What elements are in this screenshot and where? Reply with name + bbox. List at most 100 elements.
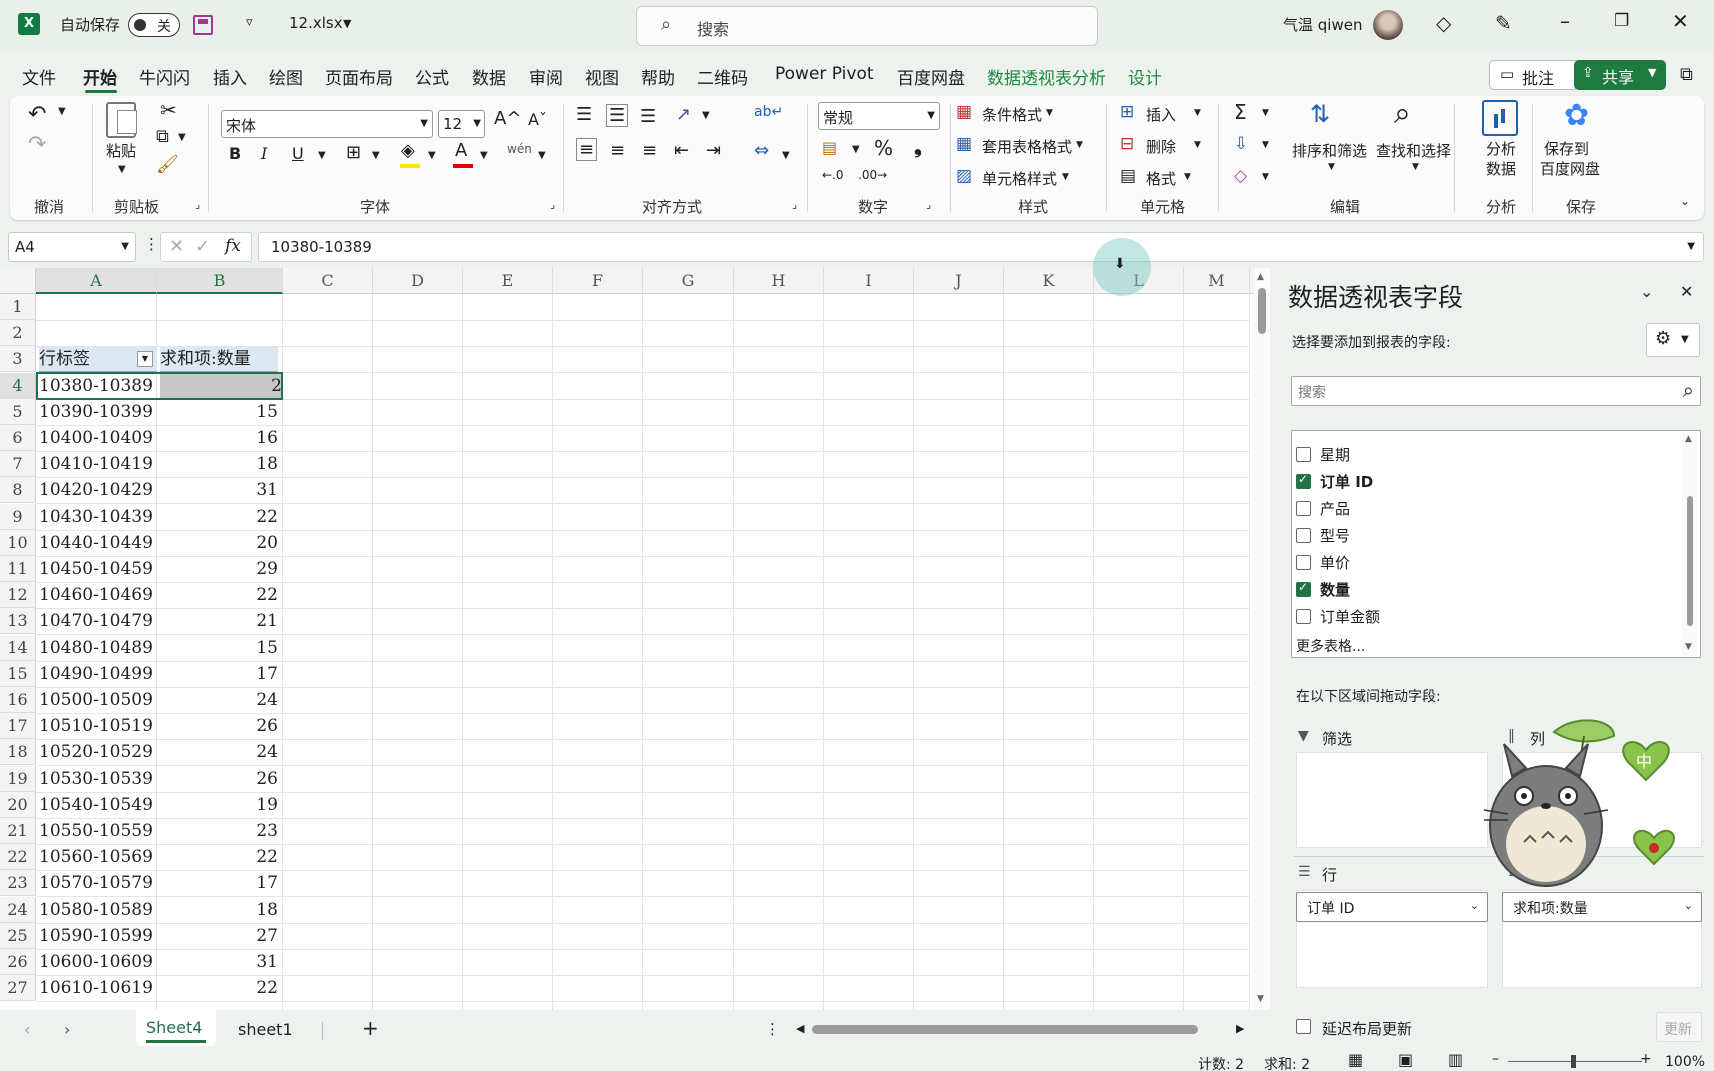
row-header[interactable]: 26 — [0, 949, 36, 975]
pane-close-icon[interactable]: ✕ — [1680, 282, 1693, 301]
tab-draw[interactable]: 绘图 — [269, 64, 303, 89]
fill-chevron-icon-2[interactable]: ▼ — [1262, 140, 1269, 150]
column-header-i[interactable]: I — [824, 268, 914, 294]
underline-icon[interactable]: U — [292, 144, 304, 163]
share-button[interactable]: ⇪ 共享 ▼ — [1574, 60, 1666, 90]
pivot-row-value[interactable]: 15 — [160, 399, 278, 425]
pen-icon[interactable]: ✎ — [1495, 11, 1512, 35]
sort-filter-label[interactable]: 排序和筛选 — [1292, 140, 1367, 161]
file-name[interactable]: 12.xlsx — [289, 14, 343, 32]
row-header[interactable]: 4 — [0, 373, 36, 399]
insert-chevron-icon[interactable]: ▼ — [1194, 108, 1201, 118]
row-header[interactable]: 8 — [0, 477, 36, 503]
comments-button[interactable]: ▭ 批注 — [1489, 60, 1579, 90]
orientation-icon[interactable]: ↗ — [676, 104, 691, 125]
zoom-level[interactable]: 100% — [1665, 1054, 1705, 1070]
tab-pivot-analyze[interactable]: 数据透视表分析 — [987, 64, 1106, 89]
pivot-row-value[interactable]: 29 — [160, 556, 278, 582]
cut-icon[interactable]: ✂ — [160, 98, 177, 122]
pivot-row-label[interactable]: 10430-10439 — [39, 504, 152, 530]
field-label[interactable]: 订单 ID — [1320, 471, 1373, 492]
field-label[interactable]: 型号 — [1320, 525, 1350, 546]
row-header[interactable]: 25 — [0, 923, 36, 949]
defer-update-checkbox[interactable] — [1296, 1019, 1311, 1034]
currency-chevron-icon[interactable]: ▼ — [852, 144, 860, 155]
find-select-chevron-icon[interactable]: ▼ — [1412, 162, 1419, 172]
row-header[interactable]: 24 — [0, 897, 36, 923]
pivot-row-value[interactable]: 2 — [160, 373, 282, 399]
user-name[interactable]: 气温 qiwen — [1283, 14, 1362, 35]
name-box[interactable]: A4 ▼ — [8, 232, 136, 262]
pivot-row-label[interactable]: 10410-10419 — [39, 451, 152, 477]
hscroll-right-icon[interactable]: ▶ — [1236, 1022, 1244, 1035]
vertical-scroll-thumb[interactable] — [1258, 288, 1266, 334]
diamond-icon[interactable]: ◇ — [1436, 11, 1451, 35]
pivot-row-value[interactable]: 23 — [160, 818, 278, 844]
row-header[interactable]: 3 — [0, 346, 36, 372]
tab-formulas[interactable]: 公式 — [415, 64, 449, 89]
decrease-font-icon[interactable]: Aˇ — [528, 110, 547, 129]
field-label[interactable]: 订单金额 — [1320, 606, 1380, 627]
pivot-row-value[interactable]: 21 — [160, 608, 278, 634]
phonetic-chevron-icon[interactable]: ▼ — [538, 150, 546, 161]
row-header[interactable]: 6 — [0, 425, 36, 451]
ribbon-display-icon[interactable]: ⧉ — [1680, 64, 1693, 85]
copy-icon[interactable]: ⧉ — [156, 126, 169, 147]
pivot-row-label[interactable]: 10600-10609 — [39, 949, 152, 975]
row-header[interactable]: 5 — [0, 399, 36, 425]
row-header[interactable]: 1 — [0, 294, 36, 320]
column-header-h[interactable]: H — [734, 268, 824, 294]
field-scroll-thumb[interactable] — [1687, 496, 1693, 626]
page-layout-view-icon[interactable]: ▣ — [1398, 1050, 1413, 1069]
avatar[interactable] — [1373, 10, 1403, 40]
align-right-icon[interactable]: ≡ — [642, 140, 657, 161]
field-label[interactable]: 单价 — [1320, 552, 1350, 573]
pivot-row-label[interactable]: 10570-10579 — [39, 870, 152, 896]
pane-options-chevron-icon[interactable]: ⌄ — [1640, 282, 1653, 301]
field-scroll-down-icon[interactable]: ▼ — [1685, 642, 1692, 652]
field-label[interactable]: 星期 — [1320, 444, 1350, 465]
scroll-up-icon[interactable]: ▲ — [1257, 272, 1264, 282]
row-header[interactable]: 23 — [0, 870, 36, 896]
field-checkbox[interactable] — [1296, 555, 1311, 570]
pivot-row-label[interactable]: 10520-10529 — [39, 739, 152, 765]
restore-icon[interactable]: ❐ — [1614, 11, 1629, 31]
font-name-select[interactable]: 宋体 ▼ — [221, 110, 433, 138]
save-baidu-label-2[interactable]: 百度网盘 — [1540, 158, 1600, 179]
row-labels-filter-icon[interactable]: ▼ — [137, 351, 153, 367]
pivot-row-label[interactable]: 10420-10429 — [39, 477, 152, 503]
column-header-g[interactable]: G — [643, 268, 734, 294]
filename-chevron-icon[interactable]: ▼ — [343, 17, 351, 30]
merge-chevron-icon[interactable]: ▼ — [782, 150, 790, 161]
clear-icon[interactable]: ◇ — [1234, 166, 1247, 186]
field-label[interactable]: 数量 — [1320, 579, 1350, 600]
tab-page-layout[interactable]: 页面布局 — [325, 64, 393, 89]
row-header[interactable]: 15 — [0, 661, 36, 687]
align-middle-icon[interactable]: ☰ — [606, 104, 629, 127]
pivot-row-label[interactable]: 10380-10389 — [39, 373, 152, 399]
columns-area[interactable] — [1502, 752, 1702, 848]
borders-chevron-icon[interactable]: ▼ — [372, 150, 380, 161]
row-header[interactable]: 7 — [0, 451, 36, 477]
tab-file[interactable]: 文件 — [22, 64, 56, 89]
pivot-row-value[interactable]: 27 — [160, 923, 278, 949]
row-header[interactable]: 19 — [0, 766, 36, 792]
format-cells-icon[interactable]: ▤ — [1120, 166, 1136, 186]
zoom-slider-thumb[interactable] — [1571, 1055, 1576, 1068]
autosum-icon[interactable]: Σ — [1234, 100, 1247, 124]
undo-chevron-icon[interactable]: ▼ — [58, 106, 66, 117]
cell-style-chevron-icon[interactable]: ▼ — [1062, 172, 1069, 182]
pivot-row-label[interactable]: 10390-10399 — [39, 399, 152, 425]
pivot-row-label[interactable]: 10530-10539 — [39, 766, 152, 792]
zoom-slider[interactable] — [1508, 1055, 1642, 1068]
tab-home[interactable]: 开始 — [83, 64, 117, 89]
sheet-tab-sheet1[interactable]: sheet1 — [238, 1020, 293, 1039]
hscroll-left-icon[interactable]: ◀ — [796, 1022, 804, 1035]
borders-icon[interactable]: ⊞ — [346, 142, 361, 163]
format-chevron-icon[interactable]: ▼ — [1184, 172, 1191, 182]
pivot-row-value[interactable]: 16 — [160, 425, 278, 451]
row-header[interactable]: 18 — [0, 739, 36, 765]
quick-access-chevron-icon[interactable]: ▿ — [246, 15, 253, 30]
horizontal-scroll-thumb[interactable] — [812, 1025, 1198, 1034]
pivot-row-label[interactable]: 10460-10469 — [39, 582, 152, 608]
